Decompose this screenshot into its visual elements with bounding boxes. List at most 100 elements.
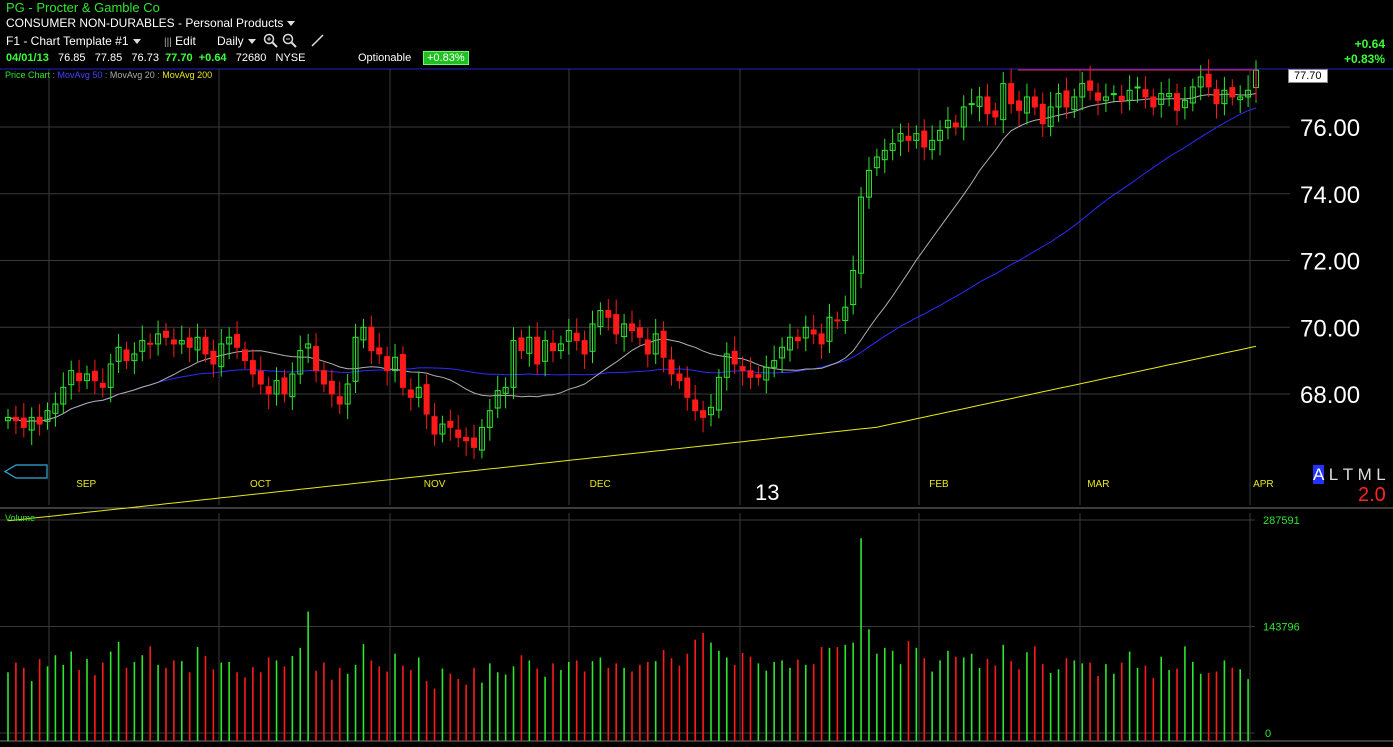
candle-body bbox=[684, 377, 691, 398]
month-tick-label: NOV bbox=[424, 479, 446, 490]
candle-body bbox=[463, 436, 470, 442]
candle-body bbox=[455, 429, 462, 438]
candle-body bbox=[20, 417, 27, 428]
volume-tick-label: 0 bbox=[1265, 728, 1271, 740]
candle-body bbox=[1213, 89, 1220, 105]
ma200-label[interactable]: MovAvg 200 bbox=[162, 70, 212, 80]
candle-body bbox=[281, 377, 288, 395]
candle-body bbox=[234, 334, 241, 348]
ma50-line bbox=[7, 107, 1257, 423]
price-volume-chart[interactable]: 76.00 74.00 72.00 70.00 68.00 SEP OCT NOV DEC FEB… bbox=[0, 0, 1393, 747]
ma20-path bbox=[7, 93, 1257, 423]
alt-item-l[interactable]: L bbox=[1329, 465, 1338, 484]
candle-body bbox=[1229, 87, 1236, 98]
candle-body bbox=[644, 339, 651, 355]
volume-pane-label: Volume bbox=[5, 513, 36, 523]
candle-body bbox=[170, 339, 177, 345]
candle-body bbox=[668, 359, 675, 375]
candle-body bbox=[241, 349, 248, 362]
candle-body bbox=[202, 336, 209, 355]
candle-body bbox=[1205, 73, 1212, 88]
ma20-label[interactable]: MovAvg 20 bbox=[110, 70, 155, 80]
candle-body bbox=[921, 130, 928, 148]
candle-body bbox=[471, 437, 478, 448]
candle-body bbox=[328, 380, 335, 395]
alt-item-l2[interactable]: L bbox=[1376, 465, 1385, 484]
year-label: 13 bbox=[755, 480, 780, 505]
candle-body bbox=[399, 354, 406, 388]
candle-body bbox=[810, 329, 817, 335]
candle-body bbox=[1031, 96, 1038, 108]
candle-body bbox=[12, 416, 19, 422]
candle-body bbox=[423, 384, 430, 415]
candle-body bbox=[692, 399, 699, 412]
month-tick-label: MAR bbox=[1087, 479, 1109, 490]
candle-body bbox=[534, 336, 541, 365]
price-tick-label: 70.00 bbox=[1300, 315, 1360, 342]
candle-body bbox=[581, 340, 588, 355]
candle-body bbox=[320, 370, 327, 385]
candle-body bbox=[747, 370, 754, 378]
candle-body bbox=[629, 323, 635, 332]
candle-body bbox=[518, 337, 525, 352]
candle-body bbox=[818, 333, 825, 345]
candle-body bbox=[431, 416, 438, 435]
candle-body bbox=[1087, 80, 1094, 91]
candle-body bbox=[1063, 90, 1070, 108]
candle-body bbox=[210, 350, 217, 365]
last-price-box: 77.70 bbox=[1288, 69, 1328, 83]
candle-body bbox=[91, 370, 98, 382]
ma50-label[interactable]: MovAvg 50 bbox=[58, 70, 103, 80]
price-tick-label: 72.00 bbox=[1300, 249, 1360, 276]
alt-item-m[interactable]: M bbox=[1358, 465, 1372, 484]
price-tick-label: 74.00 bbox=[1300, 182, 1360, 209]
candle-body bbox=[1095, 92, 1102, 101]
candle-body bbox=[1142, 89, 1149, 98]
alt-item-t[interactable]: T bbox=[1343, 465, 1353, 484]
ma20-line bbox=[7, 93, 1257, 423]
candle-body bbox=[755, 374, 762, 378]
candle-body bbox=[384, 356, 391, 372]
candle-body bbox=[636, 327, 643, 338]
candle-body bbox=[676, 373, 683, 382]
month-tick-label: SEP bbox=[76, 479, 96, 490]
candle-body bbox=[660, 330, 667, 358]
scroll-left-tab[interactable] bbox=[3, 464, 48, 479]
price-tick-label: 76.00 bbox=[1300, 115, 1360, 142]
price-chart-label[interactable]: Price Chart bbox=[5, 70, 50, 80]
candle-body bbox=[336, 396, 343, 405]
alt-item-a[interactable]: A bbox=[1313, 465, 1325, 484]
indicator-legend: Price Chart : MovAvg 50 : MovAvg 20 : Mo… bbox=[5, 70, 213, 80]
month-tick-label: DEC bbox=[590, 479, 611, 490]
candle-body bbox=[186, 337, 193, 348]
candle-body bbox=[1134, 86, 1141, 89]
ma200-line bbox=[7, 345, 1257, 522]
candle-body bbox=[265, 386, 272, 395]
ma50-path bbox=[7, 107, 1257, 423]
candle-body bbox=[573, 332, 580, 342]
candle-body bbox=[447, 420, 454, 428]
month-tick-label: FEB bbox=[929, 479, 949, 490]
candle-body bbox=[1008, 83, 1015, 105]
candle-body bbox=[794, 336, 801, 342]
candle-body bbox=[905, 135, 912, 141]
candle-body bbox=[1110, 93, 1117, 96]
candle-body bbox=[407, 389, 414, 398]
candle-body bbox=[376, 347, 383, 355]
candle-body bbox=[147, 342, 154, 345]
month-tick-label: APR bbox=[1253, 479, 1274, 490]
candle-body bbox=[968, 103, 975, 106]
alt-value: 2.0 bbox=[1358, 484, 1386, 506]
candlesticks bbox=[5, 59, 1259, 460]
candle-body bbox=[249, 360, 256, 375]
candle-body bbox=[550, 342, 557, 352]
alt-menu[interactable]: A L T M L bbox=[1313, 465, 1386, 485]
candle-body bbox=[1118, 95, 1125, 101]
candle-body bbox=[1039, 103, 1046, 125]
month-tick-label: OCT bbox=[250, 479, 271, 490]
price-tick-label: 68.00 bbox=[1300, 382, 1360, 409]
candle-body bbox=[257, 370, 264, 385]
candle-body bbox=[1174, 93, 1181, 111]
candle-body bbox=[992, 110, 999, 118]
candle-body bbox=[731, 350, 738, 365]
